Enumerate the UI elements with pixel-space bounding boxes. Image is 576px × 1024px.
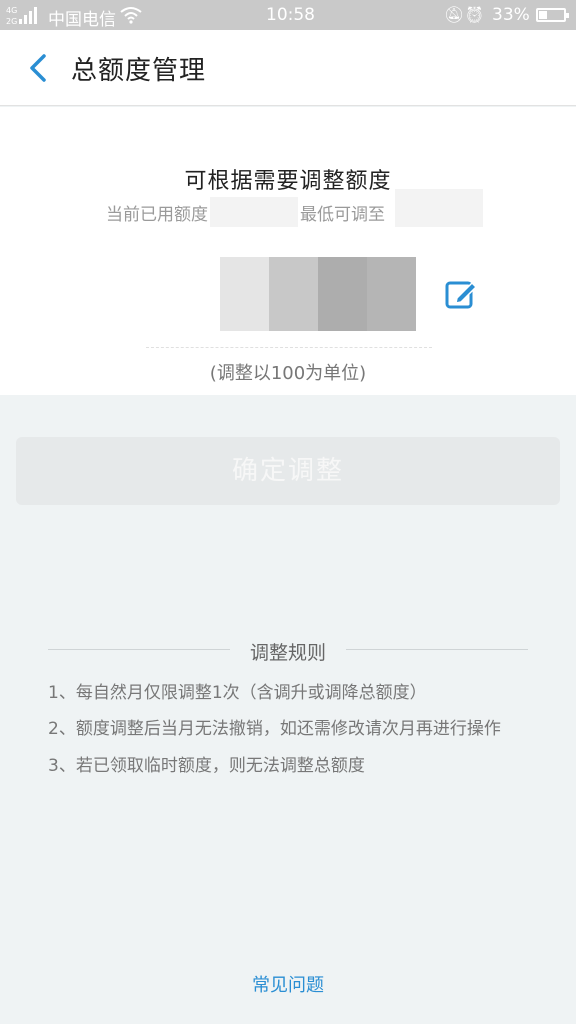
signal-icon: 4G 2G <box>6 6 37 26</box>
battery-icon <box>536 8 569 22</box>
headline: 可根据需要调整额度 <box>184 169 392 194</box>
status-icons: 🔕︎⏰︎ <box>444 5 485 24</box>
confirm-adjust-button[interactable]: 确定调整 <box>16 437 560 505</box>
page-title: 总额度管理 <box>71 56 207 86</box>
amount-input-masked[interactable] <box>220 257 416 331</box>
chevron-left-icon <box>30 54 46 82</box>
mute-bell-icon: 🔕︎ <box>444 5 465 24</box>
divider-right <box>346 649 528 650</box>
svg-text:4G: 4G <box>6 6 17 15</box>
rules-title: 调整规则 <box>249 642 326 664</box>
title-bar: 总额度管理 <box>0 30 576 106</box>
edit-icon[interactable] <box>444 277 478 311</box>
used-amount-masked <box>210 197 298 227</box>
back-button[interactable] <box>20 50 56 86</box>
alarm-icon: ⏰︎ <box>464 5 485 24</box>
min-amount-masked <box>395 189 483 227</box>
clock-time: 10:58 <box>266 5 315 25</box>
used-amount-label: 当前已用额度 <box>106 205 208 225</box>
adjust-card: 可根据需要调整额度 当前已用额度 最低可调至 (调整以100为单位) <box>0 107 576 395</box>
amount-underline <box>146 347 432 348</box>
rule-item: 1、每自然月仅限调整1次（含调升或调降总额度） <box>48 683 427 703</box>
wifi-icon <box>120 7 142 24</box>
status-bar: 4G 2G 中国电信 10:58 🔕︎⏰︎ 33% <box>0 0 576 30</box>
battery-percent: 33% <box>492 5 530 25</box>
unit-note: (调整以100为单位) <box>209 363 367 384</box>
svg-text:2G: 2G <box>6 17 17 26</box>
carrier-name: 中国电信 <box>48 10 116 30</box>
rule-item: 2、额度调整后当月无法撤销，如还需修改请次月再进行操作 <box>48 719 501 739</box>
faq-link[interactable]: 常见问题 <box>0 971 576 997</box>
min-amount-label: 最低可调至 <box>300 205 385 225</box>
rule-item: 3、若已领取临时额度，则无法调整总额度 <box>48 756 365 776</box>
rules-header: 调整规则 <box>48 638 528 664</box>
